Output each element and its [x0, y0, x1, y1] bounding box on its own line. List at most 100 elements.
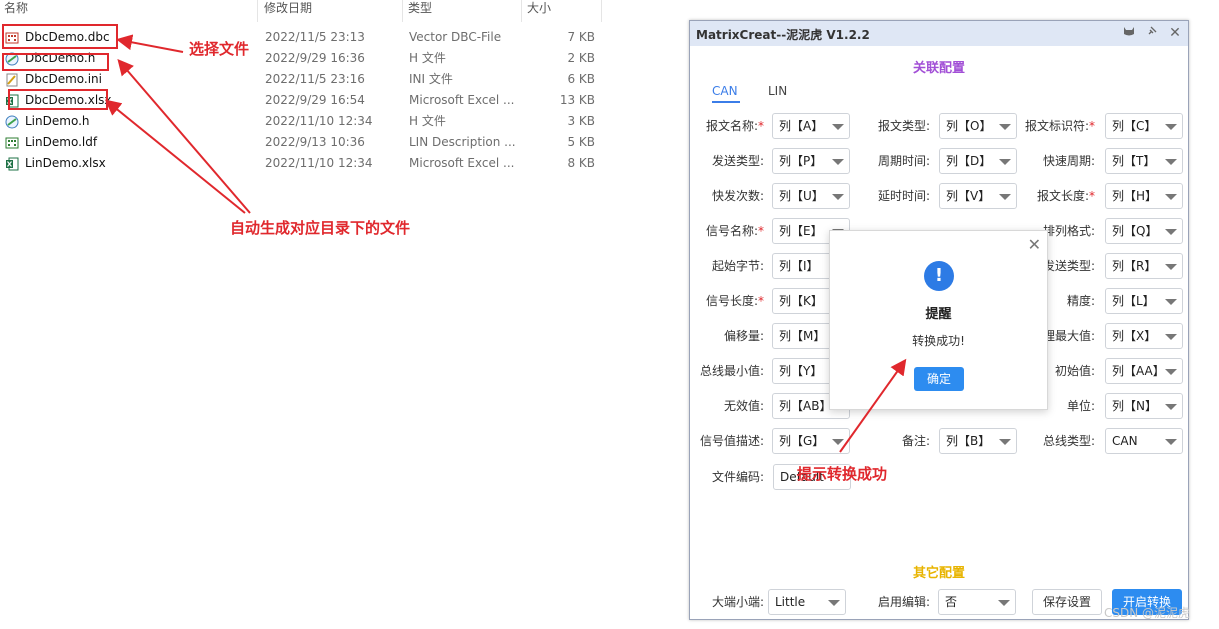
file-type: H 文件 [409, 51, 446, 65]
close-icon[interactable]: ✕ [1028, 235, 1041, 254]
field-label-text: 信号值描述: [699, 434, 764, 448]
field-label: 快发次数: [686, 183, 764, 209]
column-select[interactable]: CAN [1105, 428, 1183, 454]
tab-can[interactable]: CAN [712, 84, 738, 98]
file-type: Microsoft Excel ... [409, 156, 515, 170]
column-select[interactable]: 列【P】 [772, 148, 850, 174]
column-select[interactable]: 列【U】 [772, 183, 850, 209]
column-header-size[interactable]: 大小 [523, 0, 602, 22]
column-select-value: 列【K】 [779, 294, 823, 308]
file-size: 2 KB [567, 51, 595, 65]
chevron-down-icon [998, 600, 1010, 606]
column-select[interactable]: 列【O】 [939, 113, 1017, 139]
title-bar: MatrixCreat--泥泥虎 V1.2.2 ✕ [690, 21, 1188, 46]
column-select[interactable]: 列【V】 [939, 183, 1017, 209]
file-date: 2022/11/10 12:34 [265, 114, 373, 128]
column-select-value: 列【C】 [1112, 119, 1157, 133]
file-date: 2022/9/29 16:54 [265, 93, 365, 107]
column-select-value: 列【X】 [1112, 329, 1157, 343]
pin-icon[interactable] [1143, 24, 1161, 42]
column-select[interactable]: 列【X】 [1105, 323, 1183, 349]
required-marker: * [1089, 119, 1095, 133]
field-label: 偏移量: [686, 323, 764, 349]
field-label-endian: 大端小端: [711, 595, 764, 609]
file-row[interactable]: LinDemo.ldf 2022/9/13 10:36 LIN Descript… [0, 132, 602, 153]
file-row[interactable]: LinDemo.h 2022/11/10 12:34 H 文件 3 KB [0, 111, 602, 132]
file-size: 5 KB [567, 135, 595, 149]
file-type: Microsoft Excel ... [409, 93, 515, 107]
column-select[interactable]: 列【AA】 [1105, 358, 1183, 384]
field-label-text: 偏移量: [723, 329, 764, 343]
field-label-text: 精度: [1066, 294, 1095, 308]
column-select-value: 列【B】 [946, 434, 991, 448]
file-date: 2022/11/5 23:16 [265, 72, 365, 86]
column-select-value: 列【T】 [1112, 154, 1156, 168]
column-select-value: 列【M】 [779, 329, 826, 343]
column-header-type[interactable]: 类型 [404, 0, 522, 22]
ok-button[interactable]: 确定 [914, 367, 964, 391]
field-label: 报文长度:* [1017, 183, 1095, 209]
enable-edit-select[interactable]: 否 [938, 589, 1016, 615]
column-select[interactable]: 列【G】 [772, 428, 850, 454]
column-select-value: 列【A】 [779, 119, 824, 133]
field-label: 信号名称:* [686, 218, 764, 244]
field-label: 起始字节: [686, 253, 764, 279]
field-label-text: 备注: [901, 434, 930, 448]
section-title-other: 其它配置 [912, 566, 965, 581]
column-select-value: 列【P】 [779, 154, 823, 168]
field-label-text: 排列格式: [1042, 224, 1095, 238]
ldf-file-icon [5, 137, 19, 149]
field-label-text: 周期时间: [877, 154, 930, 168]
column-select[interactable]: 列【C】 [1105, 113, 1183, 139]
file-row[interactable]: LinDemo.xlsx 2022/11/10 12:34 Microsoft … [0, 153, 602, 174]
close-icon[interactable]: ✕ [1166, 24, 1184, 42]
window-title: MatrixCreat--泥泥虎 V1.2.2 [696, 28, 870, 42]
save-settings-button[interactable]: 保存设置 [1032, 589, 1102, 615]
endian-select[interactable]: Little [768, 589, 846, 615]
column-select-value: 列【G】 [779, 434, 825, 448]
field-label-text: 单位: [1066, 399, 1095, 413]
file-name: LinDemo.ldf [25, 135, 98, 149]
ini-file-icon [6, 73, 18, 87]
field-label-text: 信号名称: [705, 224, 758, 238]
column-select[interactable]: 列【R】 [1105, 253, 1183, 279]
column-select[interactable]: 列【L】 [1105, 288, 1183, 314]
dialog-message: 转换成功! [912, 334, 965, 348]
cat-icon[interactable] [1120, 24, 1138, 42]
chevron-down-icon [1165, 264, 1177, 270]
required-marker: * [758, 224, 764, 238]
field-label-enable-edit: 启用编辑: [877, 595, 930, 609]
highlight-box-h [2, 53, 109, 71]
file-row[interactable]: DbcDemo.ini 2022/11/5 23:16 INI 文件 6 KB [0, 69, 602, 90]
field-label: 发送类型: [686, 148, 764, 174]
file-size: 8 KB [567, 156, 595, 170]
field-label: 总线最小值: [686, 358, 764, 384]
column-header-date[interactable]: 修改日期 [260, 0, 403, 22]
column-select[interactable]: 列【B】 [939, 428, 1017, 454]
success-dialog: ✕ ! 提醒 转换成功! 确定 [829, 230, 1048, 410]
file-size: 3 KB [567, 114, 595, 128]
file-date: 2022/9/13 10:36 [265, 135, 365, 149]
required-marker: * [758, 119, 764, 133]
column-select-value: 列【V】 [946, 189, 991, 203]
field-label-text: 延时时间: [877, 189, 930, 203]
column-select[interactable]: 列【D】 [939, 148, 1017, 174]
required-marker: * [1089, 189, 1095, 203]
column-select[interactable]: 列【Q】 [1105, 218, 1183, 244]
field-label: 快速周期: [1017, 148, 1095, 174]
file-type: LIN Description ... [409, 135, 516, 149]
column-header-name[interactable]: 名称 [0, 0, 258, 22]
column-select[interactable]: 列【N】 [1105, 393, 1183, 419]
tab-lin[interactable]: LIN [768, 84, 787, 98]
field-label: 总线类型: [1017, 428, 1095, 454]
column-select[interactable]: 列【H】 [1105, 183, 1183, 209]
field-label: 延时时间: [852, 183, 930, 209]
file-type: INI 文件 [409, 72, 453, 86]
column-select[interactable]: 列【A】 [772, 113, 850, 139]
column-select-value: 列【I】 [779, 259, 819, 273]
highlight-box-xlsx [8, 89, 108, 110]
chevron-down-icon [828, 600, 840, 606]
chevron-down-icon [1165, 369, 1177, 375]
column-select[interactable]: 列【T】 [1105, 148, 1183, 174]
column-select-value: 列【AA】 [1112, 364, 1165, 378]
